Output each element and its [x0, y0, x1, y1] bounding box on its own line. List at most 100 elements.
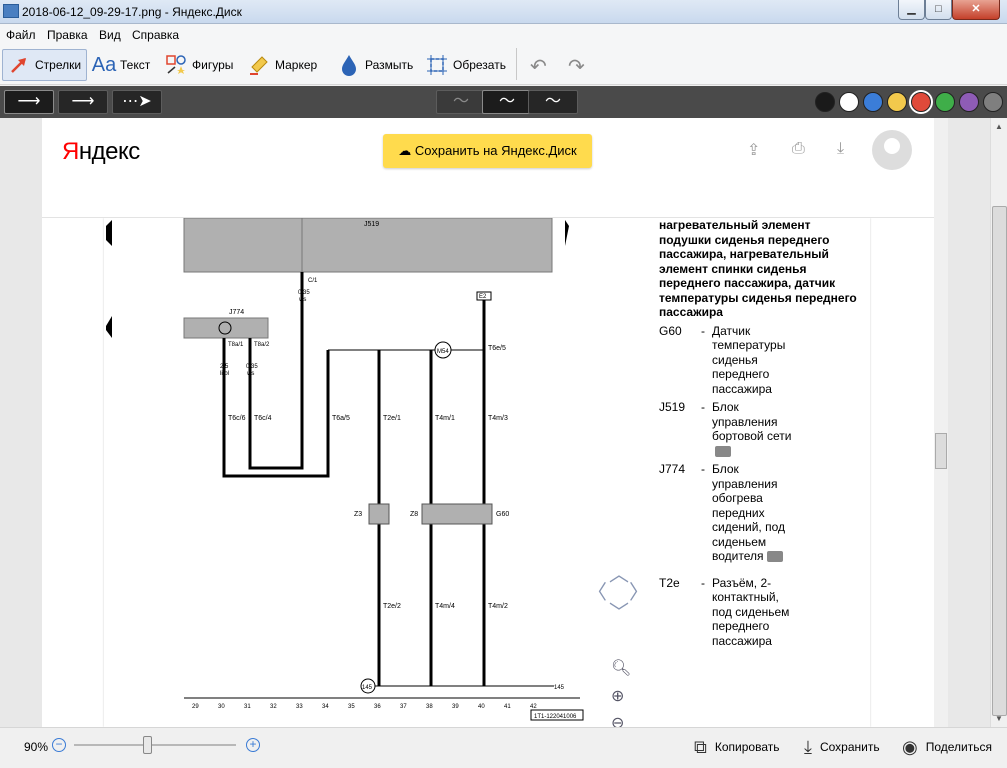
line-medium[interactable]: 〜 — [482, 90, 532, 114]
legend-entries: G60 - Датчик температуры сиденья переднего… — [659, 324, 859, 649]
save-button[interactable]: ⤓ Сохранить — [804, 734, 880, 760]
camera-icon[interactable] — [715, 445, 731, 457]
avatar[interactable] — [872, 130, 912, 170]
ruler-ticks: 29 30 31 32 33 34 35 36 37 38 39 40 41 42 — [192, 704, 537, 710]
zoom-slider-knob[interactable] — [143, 736, 152, 754]
pan-down-icon[interactable]: ﹀ — [609, 596, 629, 625]
zoom-in-icon[interactable]: ⊕ — [611, 686, 624, 706]
print-icon[interactable]: ⎙ — [792, 140, 805, 158]
tool-marker[interactable]: Маркер — [243, 49, 322, 81]
zoom-minus-button[interactable]: − — [52, 738, 66, 752]
status-bar: 90% − + ⧉ Копировать ⤓ Сохранить ◉ Поделить… — [0, 727, 1007, 768]
color-swatch[interactable] — [815, 92, 835, 112]
j774-label: J774 — [229, 309, 244, 316]
legend-description: Датчик температуры сиденья переднего пас… — [712, 323, 786, 396]
zoom-slider[interactable] — [74, 736, 236, 754]
ground-145-label-right: 145 — [554, 685, 565, 691]
share-icon[interactable]: ⇪ — [747, 140, 760, 160]
arrow-style-bold[interactable]: ⟶ — [58, 90, 108, 114]
legend-code: T2e — [659, 575, 680, 590]
line-thin[interactable]: 〜 — [436, 90, 486, 114]
window-scrollbar[interactable]: ▲ ▼ — [990, 118, 1007, 727]
logo-red-part: Я — [62, 138, 79, 165]
legend-entry: J519 - Блок управления бортовой сети — [659, 400, 859, 458]
zoom-plus-button[interactable]: + — [246, 738, 260, 752]
redo-icon[interactable]: ↷ — [568, 54, 585, 79]
document-scrollbar[interactable] — [934, 118, 948, 727]
save-to-disk-label: Сохранить на Яндекс.Диск — [414, 143, 577, 158]
arrow-style-solid[interactable]: ⟶ — [4, 90, 54, 114]
window-titlebar: 2018-06-12_09-29-17.png - Яндекс.Диск ▁ … — [0, 0, 1007, 24]
t2e1-label: T2e/1 — [383, 415, 401, 422]
color-swatch[interactable] — [839, 92, 859, 112]
blur-drop-icon — [338, 54, 360, 76]
ruler-tick-label: 29 — [192, 704, 199, 710]
legend-code: J774 — [659, 462, 686, 476]
tool-label: Текст — [120, 58, 151, 72]
j774-block — [183, 317, 269, 339]
pan-up-icon[interactable]: ︿ — [609, 558, 629, 587]
tool-text[interactable]: Aa Текст — [88, 49, 155, 81]
color-swatch[interactable] — [909, 90, 933, 114]
tool-label: Маркер — [275, 58, 318, 72]
shapes-icon — [165, 54, 187, 76]
scroll-down-icon[interactable]: ▼ — [995, 714, 1003, 723]
ground-145-label: 145 — [362, 685, 373, 691]
ruler-tick-label: 34 — [322, 704, 329, 710]
close-button[interactable]: ✕ — [952, 0, 1000, 20]
save-icon: ⤓ — [804, 736, 812, 757]
text-icon: Aa — [91, 53, 117, 76]
menu-help[interactable]: Справка — [132, 28, 179, 42]
legend-entry: T2e - Разъём, 2-контактный, под сиденьем п… — [659, 576, 859, 649]
legend-dash: - — [701, 575, 705, 590]
zoom-out-icon[interactable]: ⊖ — [611, 713, 624, 727]
ruler-tick-label: 30 — [218, 704, 225, 710]
t8a2-label: T8a/2 — [254, 342, 270, 348]
pan-left-icon[interactable]: 〈 — [587, 576, 607, 605]
pan-right-icon[interactable]: 〉 — [629, 576, 649, 605]
t8a1-label: T8a/1 — [228, 342, 244, 348]
share-icon: ◉ — [902, 736, 918, 757]
schematic-page: J519 C/1 0,35 ws J774 T8a/1 T8a/2 2,5 li… — [104, 218, 870, 727]
color-swatch[interactable] — [863, 92, 883, 112]
minimize-button[interactable]: ▁ — [898, 0, 925, 20]
scroll-up-icon[interactable]: ▲ — [995, 122, 1003, 131]
scroll-thumb[interactable] — [992, 206, 1007, 716]
legend-code: G60 — [659, 323, 682, 338]
marker-icon — [248, 54, 270, 76]
z3-label: Z3 — [354, 511, 362, 518]
line-thick[interactable]: 〜 — [528, 90, 578, 114]
share-button[interactable]: ◉ Поделиться — [902, 734, 992, 760]
menu-file[interactable]: Файл — [6, 28, 36, 42]
maximize-button[interactable]: □ — [925, 0, 952, 20]
tool-arrows[interactable]: Стрелки — [2, 49, 88, 81]
t2e2-label: T2e/2 — [383, 603, 401, 610]
tool-crop[interactable]: Обрезать — [421, 49, 511, 81]
color-swatch[interactable] — [935, 92, 955, 112]
page-left-marker — [106, 220, 112, 246]
document-view: J519 C/1 0,35 ws J774 T8a/1 T8a/2 2,5 li… — [42, 118, 934, 727]
copy-button[interactable]: ⧉ Копировать — [694, 734, 779, 760]
tool-blur[interactable]: Размыть — [333, 49, 418, 81]
color-swatch[interactable] — [887, 92, 907, 112]
t6a5-label: T6a/5 — [332, 415, 350, 422]
copy-icon: ⧉ — [694, 736, 707, 757]
ruler-tick-label: 39 — [452, 704, 459, 710]
share-label: Поделиться — [925, 740, 992, 754]
color-swatch[interactable] — [959, 92, 979, 112]
menu-edit[interactable]: Правка — [47, 28, 88, 42]
tool-shapes[interactable]: Фигуры — [160, 49, 238, 81]
arrow-style-dotted[interactable]: ⋯➤ — [112, 90, 162, 114]
camera-icon[interactable] — [766, 551, 783, 563]
ruler-tick-label: 37 — [400, 704, 407, 710]
menu-bar: Файл Правка Вид Справка — [0, 24, 1007, 45]
menu-view[interactable]: Вид — [99, 28, 121, 42]
color-swatch[interactable] — [983, 92, 1003, 112]
download-icon[interactable]: ⤓ — [837, 140, 844, 158]
zoom-search-icon[interactable]: 🔍︎ — [611, 658, 631, 678]
undo-icon[interactable]: ↶ — [530, 54, 547, 79]
document-scroll-thumb[interactable] — [935, 433, 947, 469]
save-to-disk-button[interactable]: ☁ Сохранить на Яндекс.Диск — [383, 134, 592, 168]
wire-gauge-label: 0,35 — [246, 364, 258, 370]
c1-label: C/1 — [308, 278, 318, 284]
